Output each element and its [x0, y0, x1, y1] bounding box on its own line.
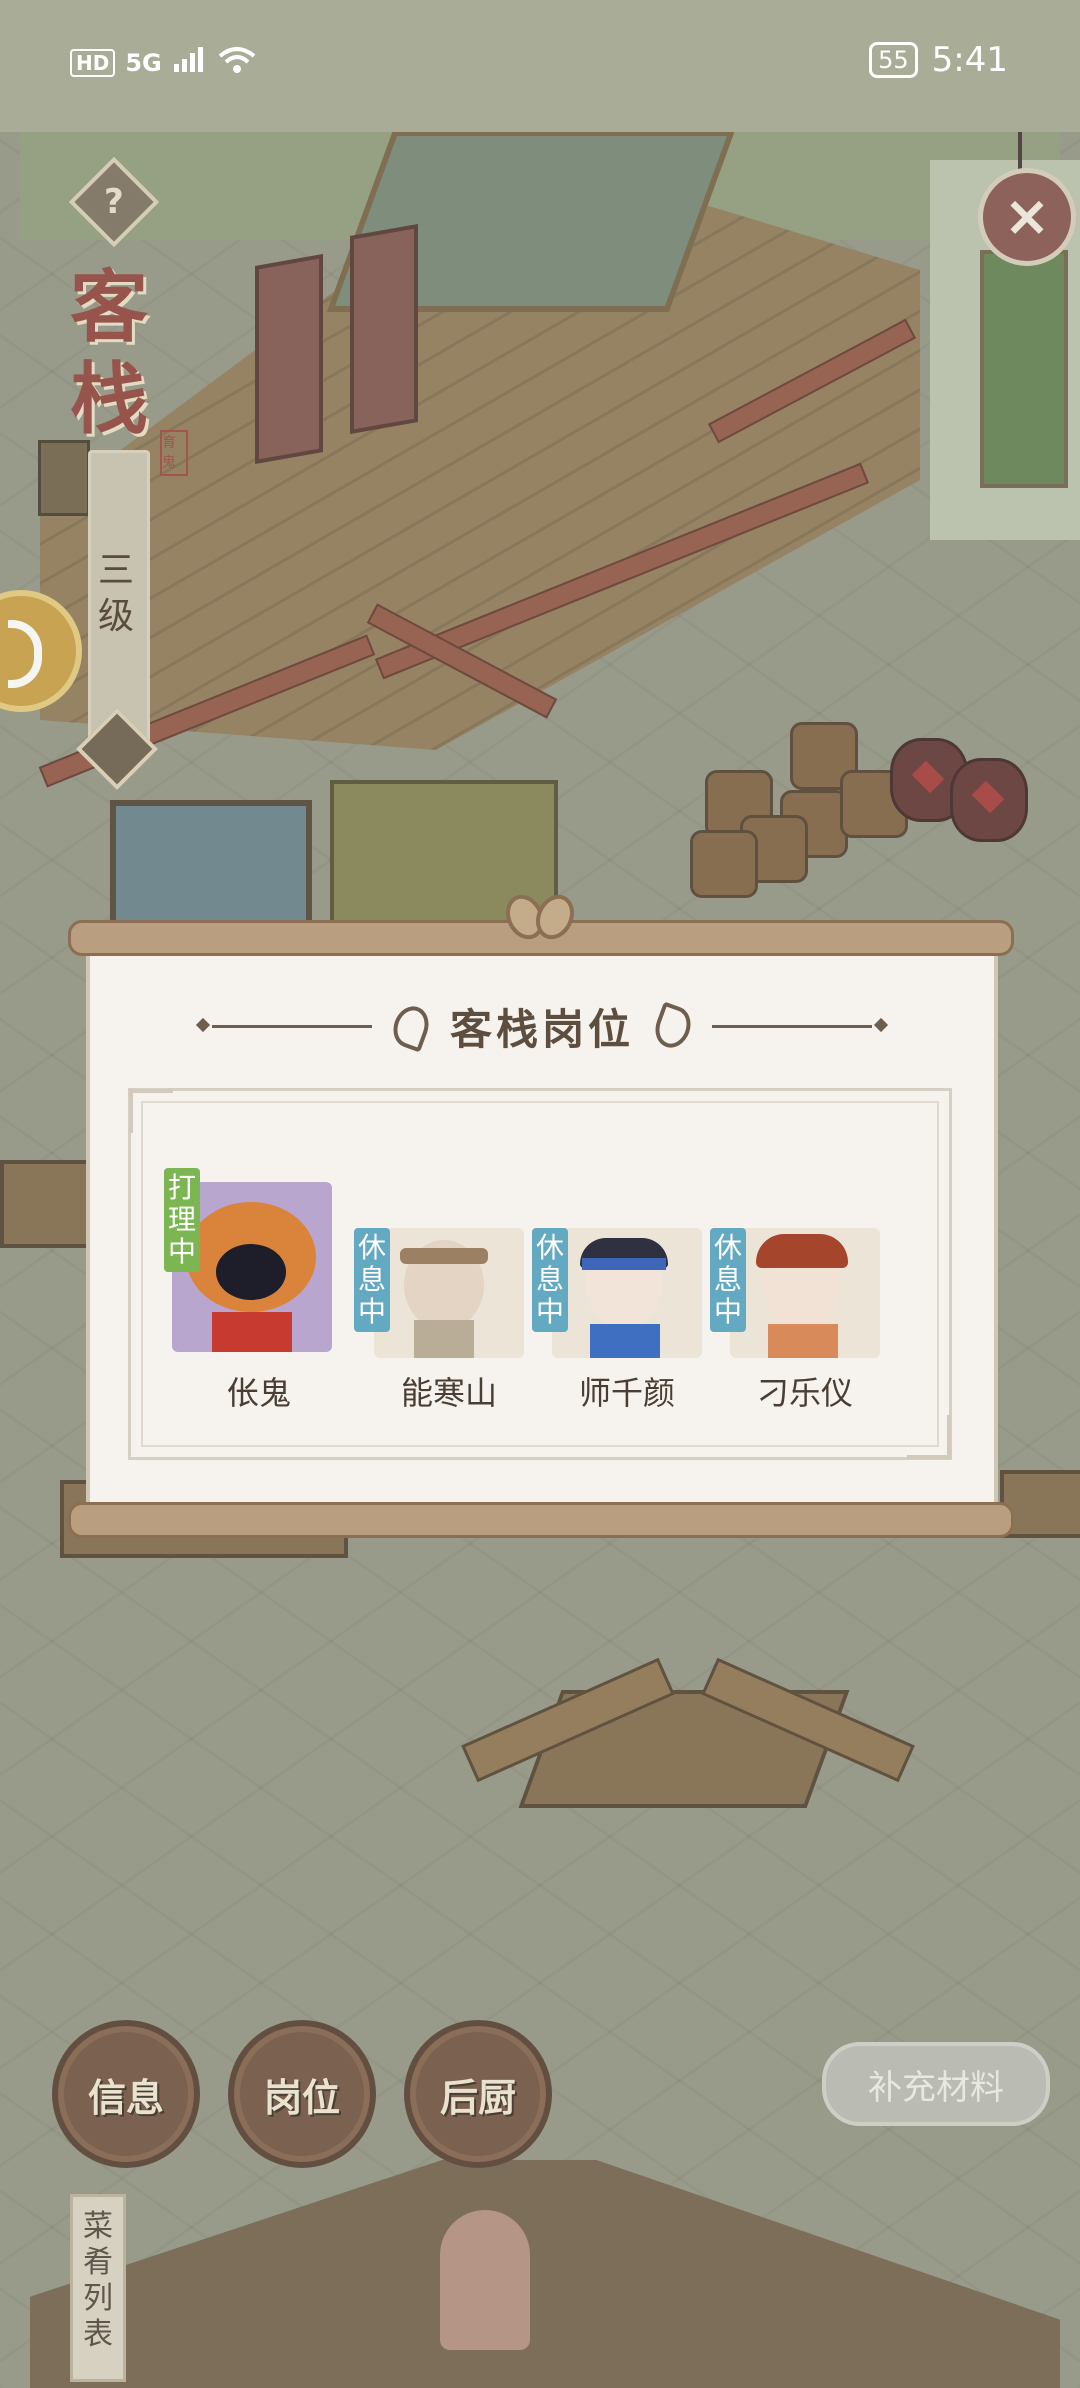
staff-name: 伥鬼: [226, 1374, 291, 1412]
avatar: [552, 1228, 702, 1358]
character-girl: [440, 2210, 530, 2350]
status-badge: 休息中: [354, 1228, 390, 1332]
wine-jar: [950, 758, 1028, 842]
avatar: [374, 1228, 524, 1358]
inn-title-char: 客: [70, 262, 149, 353]
lantern: [38, 440, 90, 516]
staff-name: 师千颜: [578, 1374, 675, 1412]
divider: [211, 1025, 372, 1028]
dialog-header: 客栈岗位: [90, 996, 994, 1057]
info-label: 信息: [87, 2074, 164, 2120]
status-badge: 休息中: [532, 1228, 568, 1332]
curl-ornament-icon: [387, 1000, 435, 1053]
dish-list-button[interactable]: 菜肴列表: [70, 2194, 126, 2382]
question-icon: ?: [104, 181, 124, 222]
table: [0, 1160, 98, 1248]
door-left: [255, 254, 323, 464]
divider: [712, 1025, 872, 1028]
headband: [582, 1258, 666, 1270]
staff-name: 刁乐仪: [756, 1374, 853, 1412]
barrel: [690, 830, 758, 898]
robe: [768, 1324, 838, 1358]
status-bar: HD 5G 55 5:41: [0, 0, 1080, 132]
avatar: [730, 1228, 880, 1358]
status-badge: 打理中: [164, 1168, 200, 1272]
curl-ornament-icon: [649, 1000, 697, 1053]
robe: [590, 1324, 660, 1358]
inn-title-char: 栈: [70, 354, 149, 445]
curtain-doorway: [110, 800, 312, 932]
network-indicator: 5G: [125, 49, 162, 77]
inn-level: 三级: [97, 550, 134, 637]
staff-list: 打理中 伥鬼 休息中 能寒山 休息中 师千颜 休息中 刁乐仪: [120, 1168, 920, 1428]
info-button[interactable]: 信息: [52, 2020, 200, 2168]
scroll-rod-bottom: [68, 1502, 1014, 1538]
staff-name: 能寒山: [400, 1374, 497, 1412]
close-button[interactable]: ×: [978, 168, 1076, 266]
supply-materials-button[interactable]: 补充材料: [822, 2042, 1050, 2126]
clock: 5:41: [931, 40, 1008, 80]
positions-label: 岗位: [263, 2074, 340, 2120]
robe: [414, 1320, 474, 1358]
close-icon: ×: [1003, 184, 1051, 249]
door-right: [350, 224, 418, 434]
headband: [400, 1248, 488, 1264]
hat: [756, 1234, 848, 1268]
signal-icon: [172, 46, 208, 80]
scroll-knot-icon: [505, 890, 575, 940]
kitchen-button[interactable]: 后厨: [404, 2020, 552, 2168]
corner-ornament: [129, 1089, 173, 1133]
staff-card[interactable]: 休息中 刁乐仪: [710, 1168, 880, 1428]
inn-title: 客 栈: [70, 262, 160, 446]
robe: [212, 1312, 292, 1352]
status-badge: 休息中: [710, 1228, 746, 1332]
positions-button[interactable]: 岗位: [228, 2020, 376, 2168]
wifi-icon: [218, 46, 256, 80]
staff-card[interactable]: 打理中 伥鬼: [164, 1168, 334, 1428]
tiger-mouth: [216, 1244, 286, 1300]
dialog-title: 客栈岗位: [449, 1005, 634, 1054]
staff-card[interactable]: 休息中 师千颜: [532, 1168, 702, 1428]
staff-card[interactable]: 休息中 能寒山: [354, 1168, 524, 1428]
seal-stamp: 育鬼: [160, 430, 188, 476]
hd-indicator: HD: [70, 49, 116, 77]
battery-icon: 55: [869, 42, 918, 78]
kitchen-label: 后厨: [439, 2074, 516, 2120]
window-plants: [980, 250, 1068, 488]
